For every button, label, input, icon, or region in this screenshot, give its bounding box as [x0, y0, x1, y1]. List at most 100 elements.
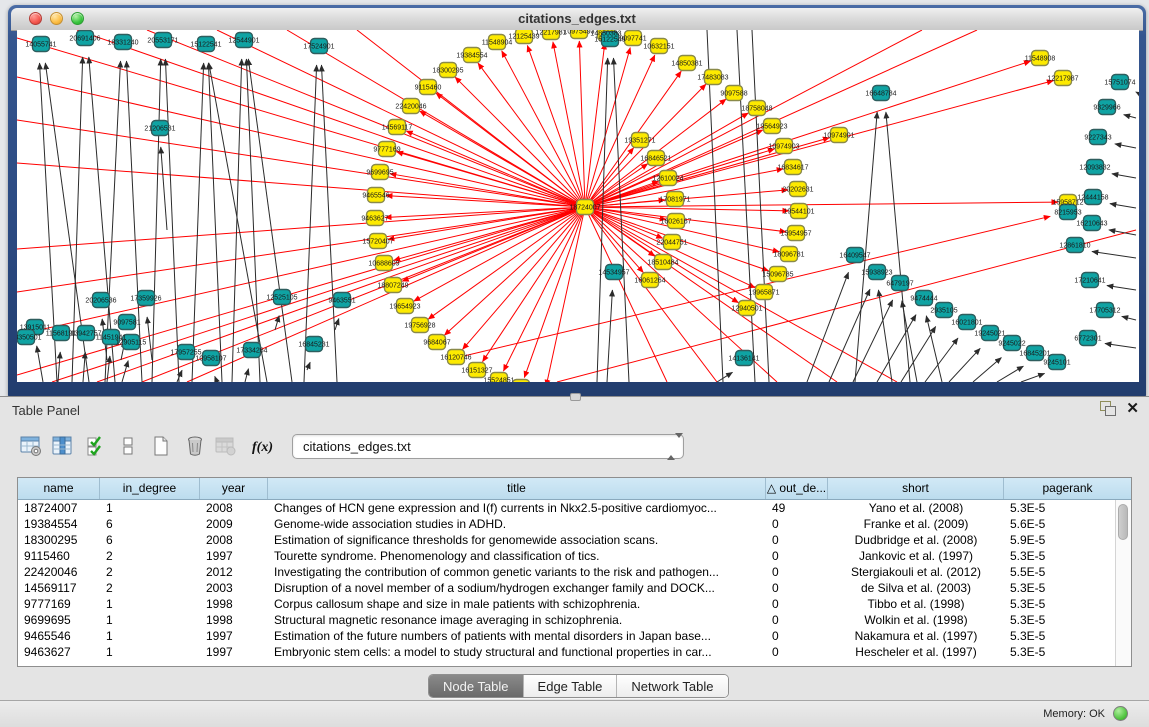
show-columns-icon[interactable]	[50, 433, 76, 459]
cell-in_degree: 1	[100, 596, 200, 612]
cell-name: 9465546	[18, 628, 100, 644]
tab-network-table[interactable]: Network Table	[617, 675, 727, 697]
graph-node-label: 9115460	[415, 85, 442, 92]
graph-node-label: 19654923	[389, 304, 420, 311]
graph-node-label: 12940501	[731, 306, 762, 313]
graph-node-label: 12861810	[1059, 243, 1090, 250]
table-row[interactable]: 911546021997Tourette syndrome. Phenomeno…	[18, 548, 1131, 564]
table-selector-dropdown[interactable]: citations_edges.txt	[292, 434, 684, 459]
function-builder-icon[interactable]: f(x)	[248, 433, 274, 459]
graph-node-label: 12217981	[535, 30, 566, 37]
graph-edge	[1122, 316, 1136, 320]
cell-short: Dudbridge et al. (2008)	[828, 532, 1004, 548]
scrollbar-thumb[interactable]	[1118, 504, 1128, 540]
cell-title: Investigating the contribution of common…	[268, 564, 766, 580]
table-row[interactable]: 1830029562008Estimation of significance …	[18, 532, 1131, 548]
table-toolbar: f(x) citations_edges.txt	[10, 431, 1140, 463]
graph-node-label: 17081971	[659, 197, 690, 204]
graph-node-label: 15720407	[362, 239, 393, 246]
graph-node-label: 17524901	[303, 44, 334, 51]
delete-column-icon[interactable]	[182, 433, 208, 459]
graph-node-label: 14569117	[382, 125, 413, 132]
graph-node-label: 15938923	[861, 270, 892, 277]
graph-node-label: 19544101	[783, 209, 814, 216]
table-row[interactable]: 946362711997Embryonic stem cells: a mode…	[18, 644, 1131, 660]
graph-node-label: 10632151	[643, 44, 674, 51]
graph-node-label: 18331240	[107, 40, 138, 47]
graph-edge	[177, 370, 182, 382]
column-header-name[interactable]: name	[18, 478, 100, 499]
cell-short: Stergiakouli et al. (2012)	[828, 564, 1004, 580]
graph-node-label: 17483083	[697, 75, 728, 82]
select-all-columns-icon[interactable]	[84, 433, 110, 459]
graph-node-label: 9329966	[1093, 105, 1120, 112]
table-header-row: namein_degreeyeartitle△ out_de...shortpa…	[18, 478, 1131, 500]
cell-short: Wolkin et al. (1998)	[828, 612, 1004, 628]
network-graph: 1872400719384554183002959115460224200461…	[17, 30, 1139, 382]
graph-edge	[949, 348, 980, 382]
cell-pagerank: 5.3E-5	[1004, 628, 1104, 644]
table-row[interactable]: 969969511998Structural magnetic resonanc…	[18, 612, 1131, 628]
graph-node-label: 16409547	[839, 253, 870, 260]
table-row[interactable]: 1938455462009Genome-wide association stu…	[18, 516, 1131, 532]
graph-edge	[546, 207, 585, 382]
graph-edge	[147, 317, 152, 360]
cell-year: 1998	[200, 612, 268, 628]
graph-node-label: 16846521	[640, 156, 671, 163]
graph-node-label: 12093832	[1079, 165, 1110, 172]
graph-node-label: 9227343	[1084, 135, 1111, 142]
network-window-titlebar[interactable]: citations_edges.txt	[11, 8, 1143, 31]
table-row[interactable]: 1456911722003Disruption of a novel membe…	[18, 580, 1131, 596]
float-window-icon[interactable]	[1100, 401, 1116, 416]
cell-in_degree: 6	[100, 532, 200, 548]
network-canvas[interactable]: 1872400719384554183002959115460224200461…	[17, 30, 1139, 382]
graph-edge	[1092, 251, 1136, 258]
column-header-year[interactable]: year	[200, 478, 268, 499]
unselect-all-columns-icon[interactable]	[115, 433, 141, 459]
graph-node-label: 18350501	[17, 335, 42, 342]
table-row[interactable]: 946554611997Estimation of the future num…	[18, 628, 1131, 644]
graph-node[interactable]	[513, 380, 530, 383]
column-header-out_degree[interactable]: △ out_de...	[766, 478, 828, 499]
tab-edge-table[interactable]: Edge Table	[524, 675, 618, 697]
cell-year: 2003	[200, 580, 268, 596]
graph-edge	[232, 59, 242, 382]
cell-out_degree: 0	[766, 580, 828, 596]
window-title: citations_edges.txt	[11, 11, 1143, 26]
column-header-pagerank[interactable]: pagerank	[1004, 478, 1131, 499]
create-column-icon[interactable]	[148, 433, 174, 459]
cell-name: 19384554	[18, 516, 100, 532]
table-panel: Table Panel ✕ f(x) citations_edges.txt n…	[0, 396, 1149, 700]
graph-edge	[304, 65, 317, 382]
cell-title: Genome-wide association studies in ADHD.	[268, 516, 766, 532]
graph-edge	[585, 61, 1030, 207]
table-row[interactable]: 2242004622012Investigating the contribut…	[18, 564, 1131, 580]
graph-node-label: 17334264	[236, 348, 267, 355]
graph-node-label: 15122549	[594, 37, 625, 44]
table-mode-icon[interactable]	[18, 433, 44, 459]
table-row[interactable]: 1872400712008Changes of HCN gene express…	[18, 500, 1131, 516]
cell-in_degree: 6	[100, 516, 200, 532]
memory-ok-indicator[interactable]	[1113, 706, 1128, 721]
column-header-in_degree[interactable]: in_degree	[100, 478, 200, 499]
delete-table-icon[interactable]	[213, 433, 239, 459]
cell-title: Corpus callosum shape and size in male p…	[268, 596, 766, 612]
graph-node-label: 10958107	[195, 356, 226, 363]
column-header-short[interactable]: short	[828, 478, 1004, 499]
table-vertical-scrollbar[interactable]	[1115, 500, 1131, 666]
graph-node-label: 15751074	[1104, 80, 1135, 87]
graph-node-label: 12217987	[1047, 76, 1078, 83]
graph-node-label: 16026167	[660, 219, 691, 226]
tab-node-table[interactable]: Node Table	[429, 675, 524, 697]
close-panel-icon[interactable]: ✕	[1126, 401, 1139, 416]
cell-year: 2008	[200, 500, 268, 516]
graph-edge	[585, 202, 1058, 207]
memory-status-label: Memory: OK	[1043, 708, 1105, 720]
graph-node-label: 16120746	[440, 355, 471, 362]
graph-edge	[386, 196, 585, 207]
graph-node-label: 9474444	[910, 296, 937, 303]
column-header-title[interactable]: title	[268, 478, 766, 499]
table-row[interactable]: 977716911998Corpus callosum shape and si…	[18, 596, 1131, 612]
graph-edge	[585, 207, 789, 211]
graph-edge	[585, 207, 667, 382]
